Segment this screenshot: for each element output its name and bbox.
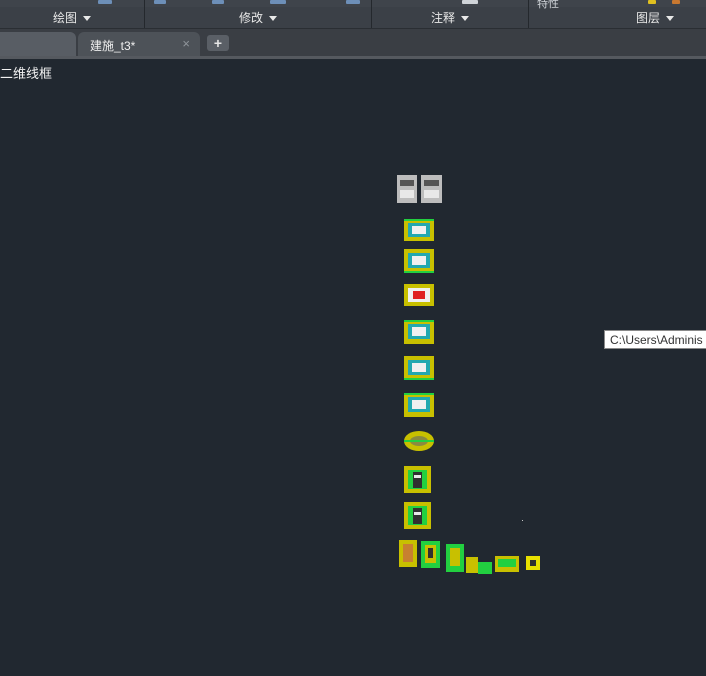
sheet-pair-top — [397, 175, 442, 203]
model-space-drawing[interactable] — [0, 0, 706, 676]
floor-plan-3 — [404, 284, 434, 306]
elevation-1 — [404, 466, 431, 493]
floor-plan-2 — [404, 249, 434, 273]
floor-plan-1 — [404, 219, 434, 241]
file-path-tooltip: C:\Users\Adminis — [604, 330, 706, 349]
floor-plan-5 — [404, 356, 434, 380]
elevation-2 — [404, 502, 431, 529]
bottom-sheet-row — [399, 540, 540, 574]
floor-plan-4 — [404, 320, 434, 344]
drawing-speck — [522, 520, 523, 521]
floor-plan-6 — [404, 393, 434, 417]
floor-plan-roof — [404, 431, 434, 451]
